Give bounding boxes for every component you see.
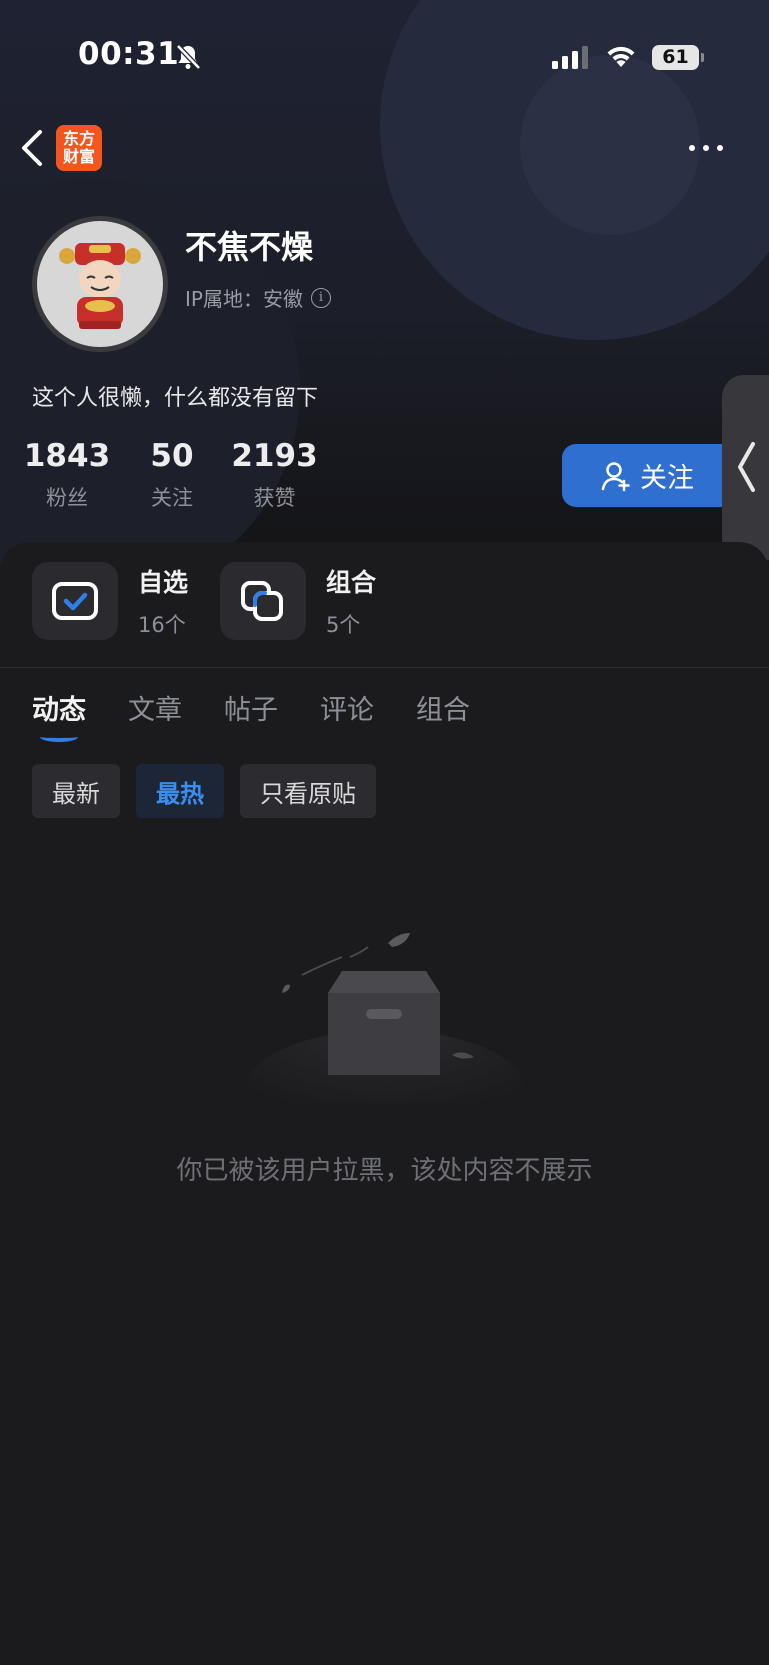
- brand-logo-line: 东方: [62, 129, 95, 148]
- stat-likes[interactable]: 2193 获赞: [231, 438, 317, 512]
- tab-label: 帖子: [224, 695, 278, 726]
- content-tabs: 动态 文章 帖子 评论 组合: [32, 688, 512, 742]
- back-arrow-icon[interactable]: [18, 128, 46, 168]
- add-user-icon: [601, 461, 630, 491]
- stat-following[interactable]: 50 关注: [137, 438, 207, 512]
- stat-value: 1843: [23, 438, 111, 474]
- follow-button[interactable]: 关注: [562, 444, 732, 507]
- tab-label: 组合: [416, 695, 470, 726]
- profile-screen: 00:31 61 东方 财富 不焦不燥 IP属地：安徽 i 这个人很懒，什么都没…: [0, 0, 769, 1665]
- stat-value: 2193: [231, 438, 318, 474]
- follow-label: 关注: [640, 463, 694, 494]
- username: 不焦不燥: [185, 228, 314, 266]
- checkbox-icon: [52, 582, 98, 620]
- ip-location: IP属地：安徽: [185, 287, 303, 311]
- stats-row: 1843 粉丝 50 关注 2193 获赞: [24, 438, 318, 512]
- tab-label: 动态: [32, 695, 86, 726]
- brand-logo-line: 财富: [62, 147, 95, 166]
- tab-comments[interactable]: 评论: [320, 688, 374, 727]
- quick-access-portfolio[interactable]: 组合 5个: [220, 562, 376, 640]
- filter-hottest[interactable]: 最热: [136, 764, 224, 818]
- ip-location-row: IP属地：安徽 i: [185, 283, 331, 312]
- status-time: 00:31: [78, 36, 180, 72]
- avatar[interactable]: [32, 216, 168, 352]
- battery-indicator: 61: [652, 45, 699, 70]
- stat-label: 粉丝: [46, 486, 88, 510]
- tab-activity[interactable]: 动态: [32, 688, 86, 742]
- more-options-icon[interactable]: [686, 138, 726, 158]
- quick-access-label: 组合: [326, 568, 377, 597]
- fortune-god-avatar-image: [59, 243, 141, 329]
- tab-articles[interactable]: 文章: [128, 688, 182, 727]
- decor-mascot-circle: [520, 55, 700, 235]
- cellular-signal-icon: [552, 46, 588, 69]
- info-icon[interactable]: i: [310, 287, 331, 308]
- empty-state-message: 你已被该用户拉黑，该处内容不展示: [176, 1156, 593, 1186]
- quick-access-icon-box: [220, 562, 306, 640]
- battery-tip: [701, 53, 704, 62]
- stat-label: 关注: [151, 486, 193, 510]
- brand-logo[interactable]: 东方 财富: [56, 125, 102, 171]
- wifi-icon: [607, 46, 635, 67]
- stat-value: 50: [150, 438, 194, 474]
- tab-portfolios[interactable]: 组合: [416, 688, 470, 727]
- stat-followers[interactable]: 1843 粉丝: [24, 438, 110, 512]
- stat-label: 获赞: [253, 486, 296, 510]
- filter-latest[interactable]: 最新: [32, 764, 120, 818]
- side-drawer-handle[interactable]: [722, 375, 769, 560]
- quick-access-count: 5个: [326, 613, 361, 637]
- bio-text: 这个人很懒，什么都没有留下: [32, 386, 319, 411]
- section-divider: [0, 667, 769, 668]
- active-tab-indicator: [40, 732, 78, 742]
- quick-access-label: 自选: [138, 568, 189, 597]
- chevron-left-icon: [738, 442, 755, 492]
- tab-posts[interactable]: 帖子: [224, 688, 278, 727]
- tab-label: 文章: [128, 695, 182, 726]
- bell-muted-icon: [176, 44, 201, 70]
- quick-access-watchlist[interactable]: 自选 16个: [32, 562, 188, 640]
- filter-original-only[interactable]: 只看原贴: [240, 764, 376, 818]
- empty-box-illustration: [245, 933, 525, 1105]
- quick-access-count: 16个: [138, 613, 186, 637]
- tab-label: 评论: [320, 695, 374, 726]
- portfolio-icon: [241, 581, 283, 621]
- filter-chips: 最新 最热 只看原贴: [32, 764, 392, 818]
- quick-access-icon-box: [32, 562, 118, 640]
